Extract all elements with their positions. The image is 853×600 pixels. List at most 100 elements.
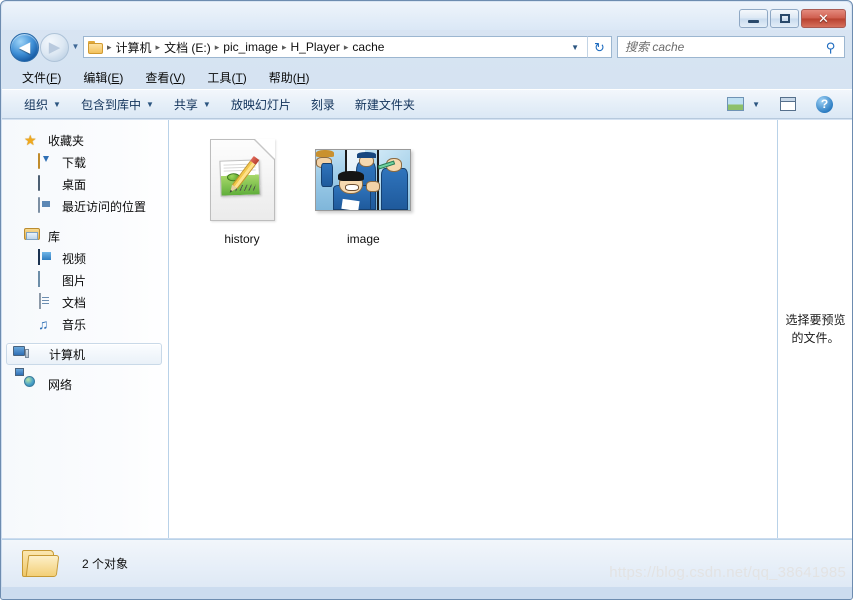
sidebar-item-favorites-label: 收藏夹 xyxy=(48,133,85,148)
back-button[interactable]: ◀ xyxy=(10,32,39,62)
preview-pane-icon xyxy=(780,97,796,111)
toolbar-new-folder-label: 新建文件夹 xyxy=(354,97,415,112)
sidebar-item-computer-label: 计算机 xyxy=(49,347,86,362)
refresh-icon: ↻ xyxy=(594,39,605,55)
preview-pane-message: 选择要预览的文件。 xyxy=(785,313,846,345)
toolbar-include-in-library-label: 包含到库中 xyxy=(80,97,141,112)
sidebar-item-favorites[interactable]: ★ 收藏夹 xyxy=(2,129,168,151)
recent-pages-button[interactable]: ▼ xyxy=(69,43,82,51)
sidebar-item-music[interactable]: ♫ 音乐 xyxy=(2,313,168,335)
toolbar-share-button[interactable]: 共享 ▼ xyxy=(164,92,221,117)
folder-icon xyxy=(88,40,104,54)
menu-item-tools-key: T xyxy=(235,70,243,85)
nav-group-libraries: 库 视频 图片 文档 ♫ 音乐 xyxy=(2,225,168,335)
breadcrumb-bar[interactable]: ▸ 计算机 ▸ 文档 (E:) ▸ pic_image ▸ H_Player ▸… xyxy=(83,36,587,58)
sidebar-item-desktop[interactable]: 桌面 xyxy=(2,173,168,195)
menu-item-view-label: 查看 xyxy=(145,70,170,85)
file-icon-wrap xyxy=(307,132,419,228)
menu-item-help[interactable]: 帮助(H) xyxy=(260,66,319,89)
file-item-image[interactable]: image xyxy=(307,132,419,246)
recent-places-icon xyxy=(38,197,55,214)
forward-arrow-icon: ▶ xyxy=(48,38,61,56)
navigation-pane[interactable]: ★ 收藏夹 下载 桌面 最近访问的位置 库 视频 图片 文档 ♫ 音乐 计算机 … xyxy=(2,120,169,538)
sidebar-item-videos[interactable]: 视频 xyxy=(2,247,168,269)
chevron-down-icon: ▼ xyxy=(53,99,61,109)
forward-button[interactable]: ▶ xyxy=(40,32,69,62)
minimize-button[interactable] xyxy=(739,9,768,28)
menu-item-file-label: 文件 xyxy=(22,70,47,85)
toolbar-include-in-library-button[interactable]: 包含到库中 ▼ xyxy=(71,92,164,117)
pictures-library-icon xyxy=(38,271,55,288)
refresh-button[interactable]: ↻ xyxy=(587,36,612,58)
back-arrow-icon: ◀ xyxy=(18,38,31,56)
address-bar: ◀ ▶ ▼ ▸ 计算机 ▸ 文档 (E:) ▸ pic_image ▸ H_Pl… xyxy=(1,31,852,63)
toolbar-slideshow-label: 放映幻灯片 xyxy=(230,97,291,112)
menu-item-view[interactable]: 查看(V) xyxy=(136,66,194,89)
file-list[interactable]: history image xyxy=(170,120,776,538)
document-file-icon xyxy=(209,139,275,221)
computer-icon xyxy=(13,346,42,362)
menu-item-edit[interactable]: 编辑(E) xyxy=(74,66,132,89)
toolbar-organize-button[interactable]: 组织 ▼ xyxy=(14,92,71,117)
sidebar-item-recent-places-label: 最近访问的位置 xyxy=(62,199,147,214)
file-item-history[interactable]: history xyxy=(186,132,298,246)
breadcrumb-item-0[interactable]: 计算机 xyxy=(113,38,155,57)
search-icon: ⚲ xyxy=(826,39,836,55)
sidebar-item-downloads-label: 下载 xyxy=(62,155,87,170)
sidebar-item-documents[interactable]: 文档 xyxy=(2,291,168,313)
close-button[interactable]: ✕ xyxy=(801,9,846,28)
desktop-icon xyxy=(38,175,55,192)
sidebar-item-network[interactable]: 网络 xyxy=(2,368,168,395)
menu-item-tools[interactable]: 工具(T) xyxy=(198,66,255,89)
network-icon xyxy=(15,368,41,392)
breadcrumb-item-2[interactable]: pic_image xyxy=(220,39,281,55)
window-controls: ✕ xyxy=(739,9,846,28)
toolbar-help-button[interactable]: ? xyxy=(806,92,843,117)
open-folder-icon xyxy=(22,548,60,580)
explorer-window: ✕ ◀ ▶ ▼ ▸ 计算机 ▸ 文档 (E:) ▸ pic_image ▸ H_… xyxy=(0,0,853,600)
sidebar-item-documents-label: 文档 xyxy=(62,295,87,310)
menu-item-edit-label: 编辑 xyxy=(83,70,108,85)
command-toolbar: 组织 ▼ 包含到库中 ▼ 共享 ▼ 放映幻灯片 刻录 新建文件夹 ▼ ? xyxy=(2,89,852,119)
breadcrumb: ▸ 计算机 ▸ 文档 (E:) ▸ pic_image ▸ H_Player ▸… xyxy=(106,38,387,57)
menu-item-file[interactable]: 文件(F) xyxy=(13,66,70,89)
status-item-count: 2 个对象 xyxy=(82,557,129,571)
sidebar-item-pictures-label: 图片 xyxy=(62,273,87,288)
nav-group-computer: 计算机 xyxy=(2,343,168,365)
toolbar-share-label: 共享 xyxy=(173,97,198,112)
file-item-label: history xyxy=(224,232,260,246)
image-thumbnail xyxy=(315,149,412,211)
search-box[interactable]: ⚲ xyxy=(617,36,845,58)
address-dropdown-icon[interactable]: ▼ xyxy=(567,43,587,52)
sidebar-item-recent-places[interactable]: 最近访问的位置 xyxy=(2,195,168,217)
toolbar-new-folder-button[interactable]: 新建文件夹 xyxy=(345,92,425,117)
toolbar-burn-button[interactable]: 刻录 xyxy=(301,92,345,117)
menu-item-tools-label: 工具 xyxy=(207,70,232,85)
minimize-icon xyxy=(748,19,759,23)
sidebar-item-pictures[interactable]: 图片 xyxy=(2,269,168,291)
sidebar-item-network-label: 网络 xyxy=(48,377,73,392)
sidebar-item-computer[interactable]: 计算机 xyxy=(6,343,162,365)
sidebar-item-libraries[interactable]: 库 xyxy=(2,225,168,247)
toolbar-slideshow-button[interactable]: 放映幻灯片 xyxy=(221,92,301,117)
toolbar-preview-pane-button[interactable] xyxy=(770,93,806,115)
sidebar-item-downloads[interactable]: 下载 xyxy=(2,151,168,173)
toolbar-view-mode-button[interactable]: ▼ xyxy=(717,93,770,115)
explorer-body: ★ 收藏夹 下载 桌面 最近访问的位置 库 视频 图片 文档 ♫ 音乐 计算机 … xyxy=(2,120,852,538)
preview-pane: 选择要预览的文件。 xyxy=(777,120,852,538)
search-input[interactable] xyxy=(618,39,827,55)
toolbar-burn-label: 刻录 xyxy=(310,97,335,112)
maximize-button[interactable] xyxy=(770,9,799,28)
file-item-label: image xyxy=(347,232,380,246)
video-library-icon xyxy=(38,249,55,266)
breadcrumb-item-1[interactable]: 文档 (E:) xyxy=(161,38,214,57)
help-icon: ? xyxy=(816,95,833,113)
breadcrumb-item-3[interactable]: H_Player xyxy=(288,39,343,55)
nav-group-network: 网络 xyxy=(2,368,168,395)
close-icon: ✕ xyxy=(818,11,829,26)
title-bar: ✕ xyxy=(1,1,852,29)
breadcrumb-item-4[interactable]: cache xyxy=(349,39,387,55)
toolbar-organize-label: 组织 xyxy=(24,97,49,112)
music-library-icon: ♫ xyxy=(38,316,49,332)
libraries-icon xyxy=(24,228,41,244)
